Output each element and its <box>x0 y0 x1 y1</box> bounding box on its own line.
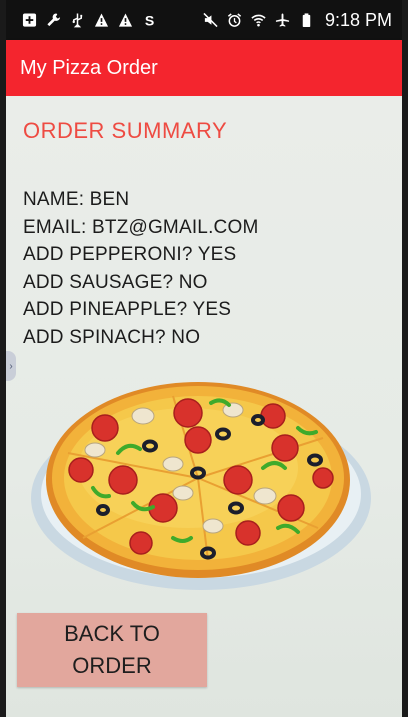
order-summary-screen: ORDER SUMMARY NAME: BEN EMAIL: BTZ@GMAIL… <box>6 96 402 717</box>
summary-line-pepperoni: ADD PEPPERONI? YES <box>23 244 237 265</box>
edge-panel-handle[interactable]: › <box>6 351 16 381</box>
mute-icon <box>203 11 218 29</box>
status-right-icons: 9:18 PM <box>203 10 392 31</box>
summary-line-name: NAME: BEN <box>23 189 130 210</box>
back-to-order-label: BACK TO ORDER <box>64 621 160 678</box>
battery-icon <box>299 11 314 29</box>
status-bar: S 9:18 PM <box>6 0 402 40</box>
summary-details: NAME: BEN EMAIL: BTZ@GMAIL.COM ADD PEPPE… <box>23 186 258 351</box>
warning-icon <box>94 11 109 29</box>
app-title: My Pizza Order <box>20 56 158 79</box>
status-left-icons: S <box>22 11 157 29</box>
wifi-icon <box>251 11 266 29</box>
pizza-image <box>31 382 371 590</box>
back-to-order-button[interactable]: BACK TO ORDER <box>17 613 207 687</box>
airplane-icon <box>275 11 290 29</box>
usb-icon <box>70 11 85 29</box>
warning-icon <box>118 11 133 29</box>
chevron-right-icon: › <box>9 360 13 372</box>
wrench-icon <box>46 11 61 29</box>
alarm-icon <box>227 11 242 29</box>
summary-line-spinach: ADD SPINACH? NO <box>23 326 201 348</box>
order-summary-title: ORDER SUMMARY <box>23 118 228 143</box>
s-app-icon: S <box>142 11 157 29</box>
svg-text:S: S <box>145 13 154 28</box>
add-box-icon <box>22 11 37 29</box>
status-time: 9:18 PM <box>324 9 392 30</box>
phone-screen: S 9:18 PM My Pizza Order ORDER SUMMARY N… <box>6 0 402 717</box>
app-bar: My Pizza Order <box>6 40 402 96</box>
summary-line-sausage: ADD SAUSAGE? NO <box>23 271 208 293</box>
summary-line-pineapple: ADD PINEAPPLE? YES <box>23 299 232 320</box>
summary-line-email: EMAIL: BTZ@GMAIL.COM <box>23 216 259 238</box>
